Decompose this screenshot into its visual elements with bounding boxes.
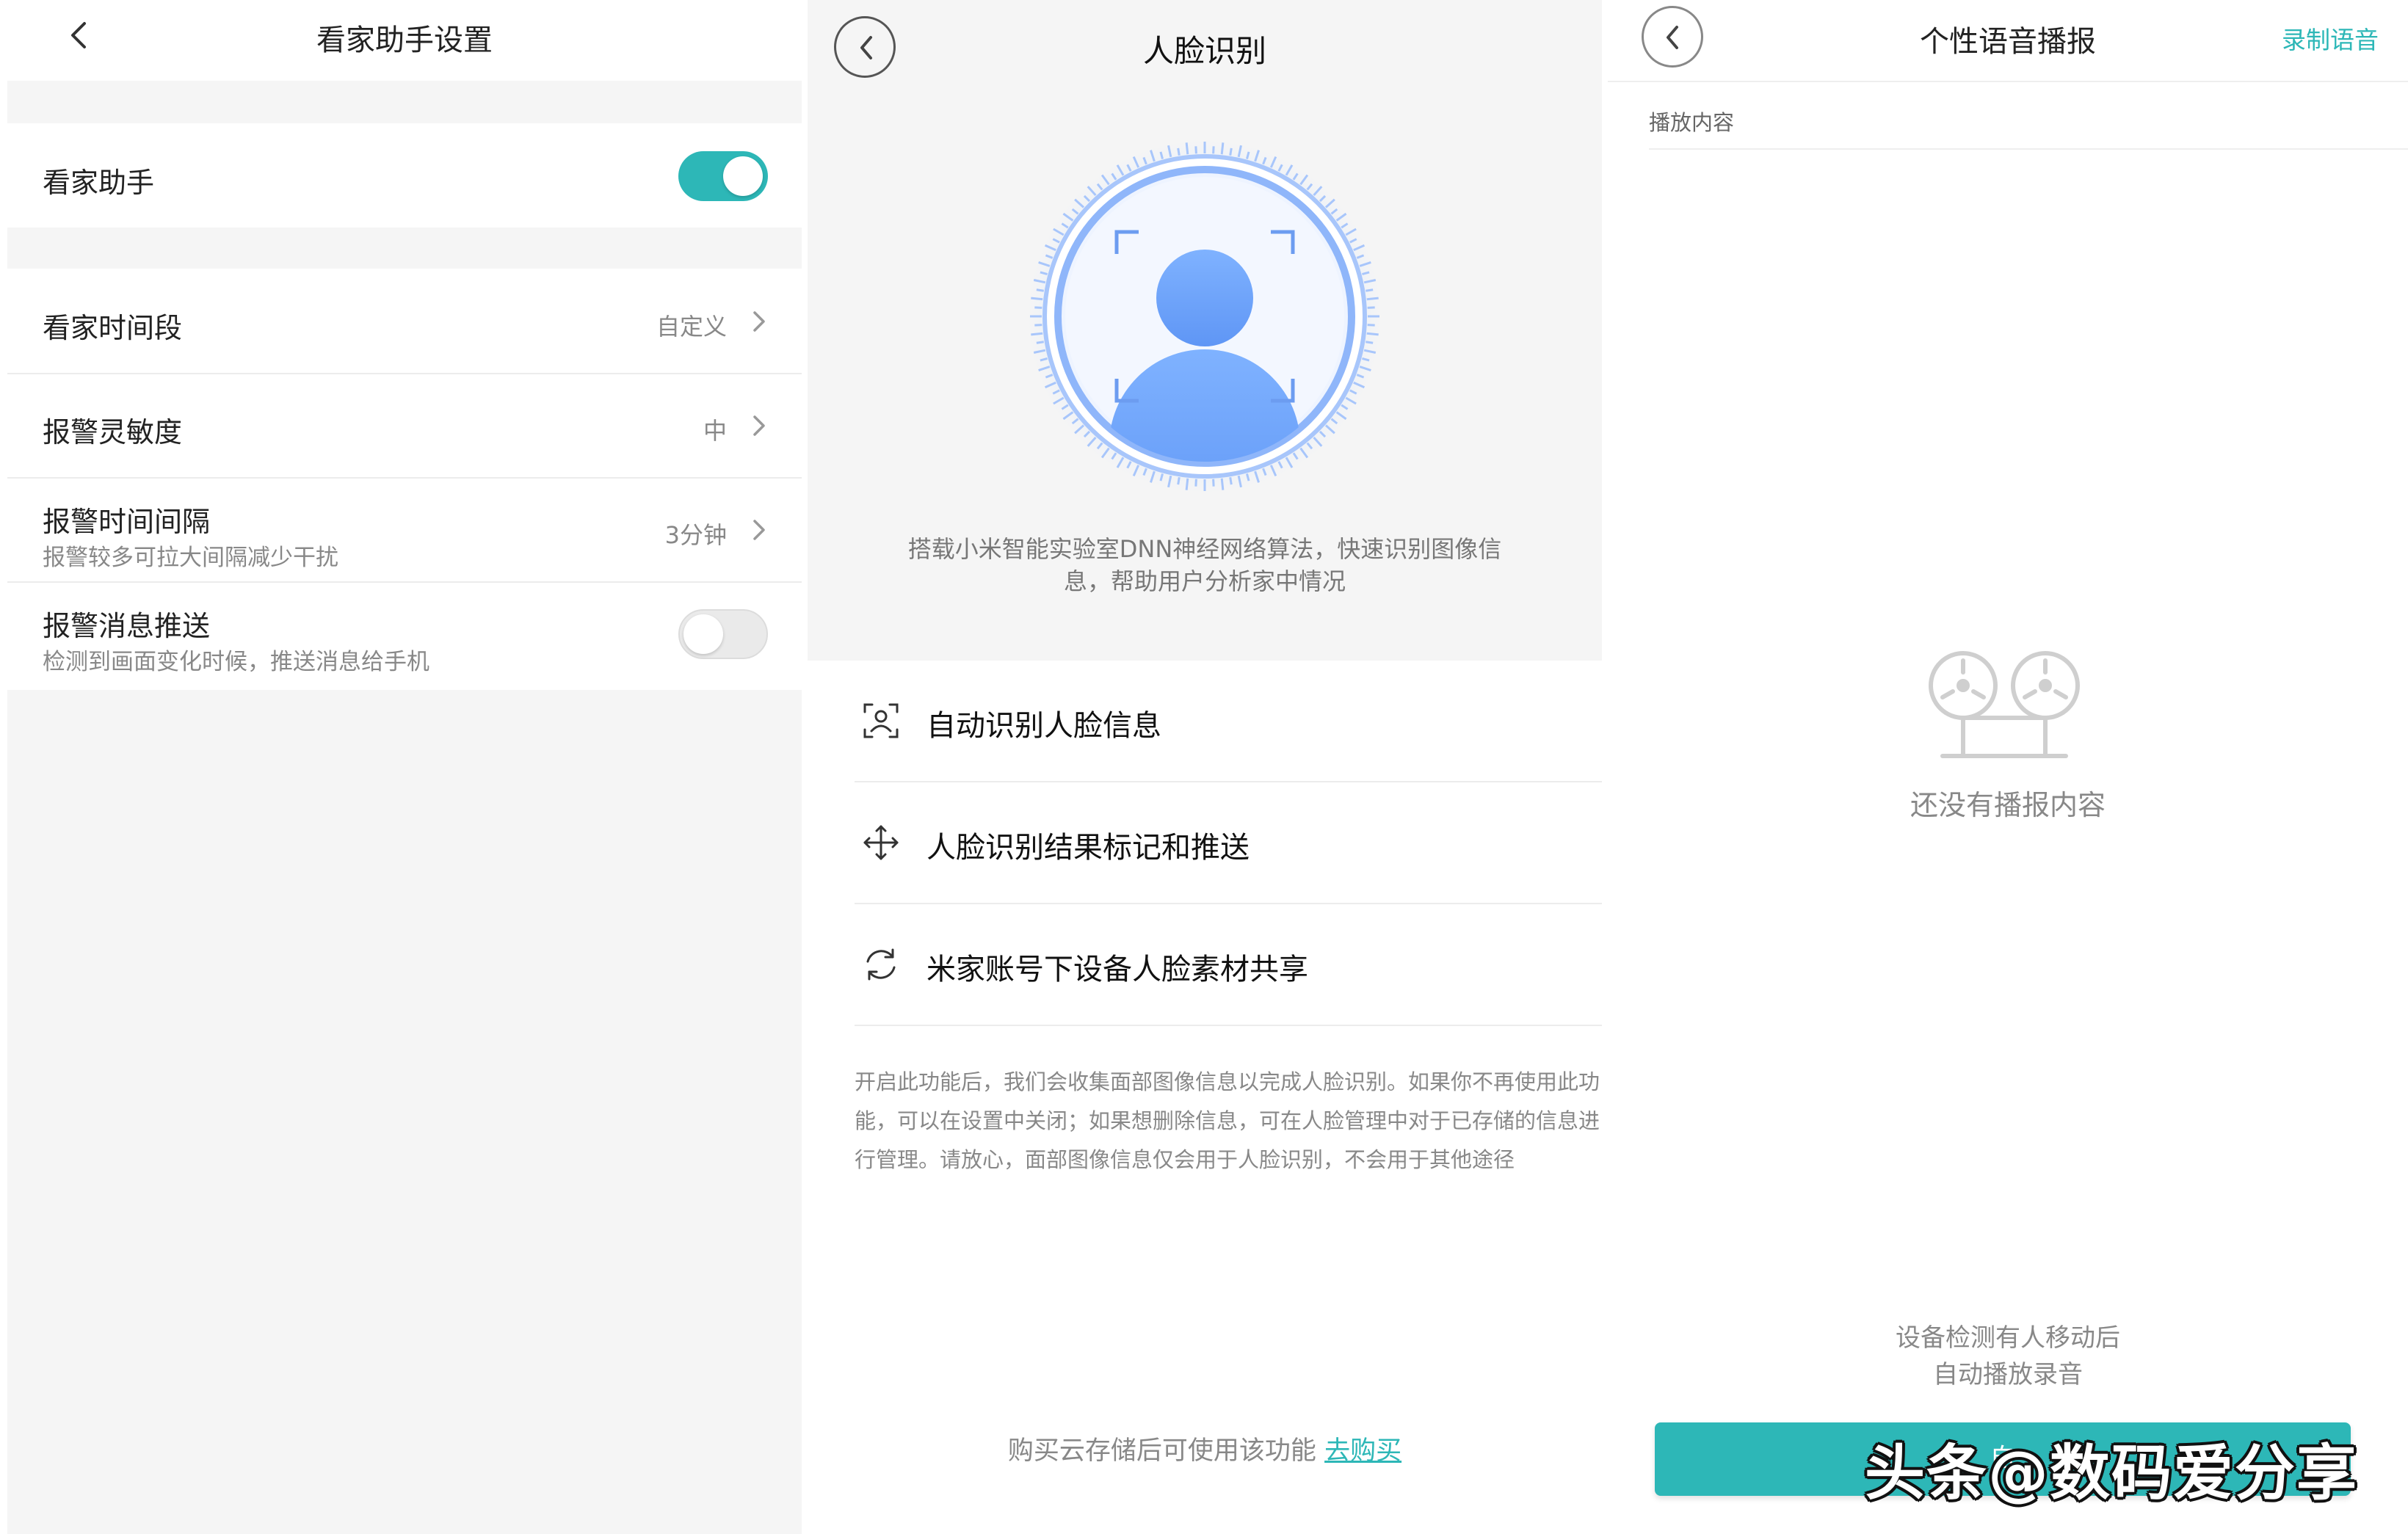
push-sublabel: 检测到画面变化时候，推送消息给手机 [43,643,429,676]
home-assistant-toggle[interactable] [678,151,768,201]
feature-item-auto-face: 自动识别人脸信息 [855,661,1602,781]
buy-cloud-prompt: 购买云存储后可使用该功能 去购买 [808,1430,1602,1467]
settings-row-sensitivity[interactable]: 报警灵敏度 中 [7,374,802,477]
empty-state-text: 还没有播报内容 [1608,782,2408,823]
page-title: 看家助手设置 [7,16,802,59]
divider [855,1025,1602,1026]
nav-bar: 看家助手设置 [7,0,802,81]
divider [1608,81,2408,82]
auto-play-hint: 设备检测有人移动后 自动播放录音 [1608,1320,2408,1393]
watermark: 头条@数码爱分享 [1865,1424,2358,1511]
home-assistant-row: 看家助手 [7,123,802,228]
hero-section: 人脸识别 [808,0,1602,661]
settings-row-push: 报警消息推送 检测到画面变化时候，推送消息给手机 [7,583,802,686]
chevron-right-icon [749,411,771,440]
feature-label: 自动识别人脸信息 [926,702,1161,744]
sync-icon [862,945,900,984]
settings-panel: 看家助手设置 看家助手 看家时间段 自定义 报警灵敏度 中 报警时间间隔 报警较… [7,0,802,1534]
interval-label: 报警时间间隔 [43,499,210,539]
record-voice-link[interactable]: 录制语音 [2282,21,2379,56]
feature-item-mark-push: 人脸识别结果标记和推送 [855,782,1602,903]
hint-line: 设备检测有人移动后 [1608,1320,2408,1356]
push-toggle[interactable] [678,609,768,659]
face-scan-illustration [1025,137,1385,496]
time-period-value: 自定义 [656,308,727,342]
home-assistant-label: 看家助手 [43,160,154,200]
buy-link[interactable]: 去购买 [1324,1436,1401,1466]
interval-value: 3分钟 [665,517,727,550]
buy-prompt-text: 购买云存储后可使用该功能 [1008,1436,1316,1466]
push-label: 报警消息推送 [43,603,210,644]
feature-item-share: 米家账号下设备人脸素材共享 [855,904,1602,1025]
feature-label: 米家账号下设备人脸素材共享 [926,945,1308,988]
feature-label: 人脸识别结果标记和推送 [926,824,1250,866]
face-scan-icon [862,702,900,740]
feature-description: 搭载小米智能实验室DNN神经网络算法，快速识别图像信息，帮助用户分析家中情况 [896,533,1514,597]
hint-line: 自动播放录音 [1608,1356,2408,1393]
settings-list: 看家时间段 自定义 报警灵敏度 中 报警时间间隔 报警较多可拉大间隔减少干扰 3… [7,269,802,690]
chevron-right-icon [749,307,771,336]
privacy-notice: 开启此功能后，我们会收集面部图像信息以完成人脸识别。如果你不再使用此功能，可以在… [855,1063,1602,1179]
sensitivity-value: 中 [703,412,727,446]
face-recognition-panel: 人脸识别 [808,0,1602,1534]
divider [1649,148,2408,150]
sensitivity-label: 报警灵敏度 [43,410,182,450]
chevron-right-icon [749,515,771,545]
interval-sublabel: 报警较多可拉大间隔减少干扰 [43,539,338,572]
time-period-label: 看家时间段 [43,305,182,346]
settings-row-time-period[interactable]: 看家时间段 自定义 [7,269,802,373]
section-label: 播放内容 [1649,106,1734,137]
move-arrows-icon [862,824,900,862]
voice-broadcast-panel: 个性语音播报 录制语音 播放内容 还没有播报内容 设备检测有人移动后 自动播放录… [1608,0,2408,1534]
tape-reel-icon [1925,646,2084,760]
toggle-knob [683,614,723,654]
settings-row-interval[interactable]: 报警时间间隔 报警较多可拉大间隔减少干扰 3分钟 [7,479,802,581]
page-title: 人脸识别 [808,26,1602,71]
toggle-knob [723,156,763,196]
